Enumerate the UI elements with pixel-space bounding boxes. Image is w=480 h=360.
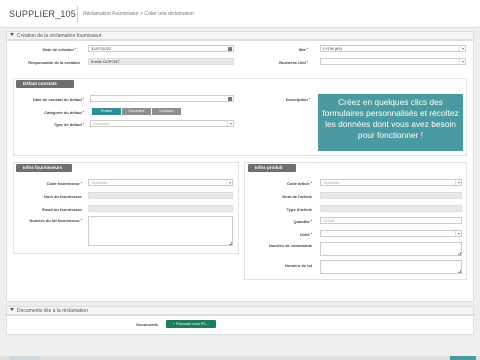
chevron-down-icon: [226, 180, 232, 185]
title-divider: [77, 6, 78, 22]
produit-code-label: Code article: [250, 181, 312, 186]
bottom-bar: [0, 356, 480, 360]
defaut-cat-label: Catégorie du défaut: [12, 110, 84, 115]
resp-field: Emilie DUPONT: [88, 58, 234, 65]
breadcrumb-separator: >: [139, 11, 143, 17]
defaut-date-text[interactable]: [93, 96, 233, 101]
site-value: LYON (69): [323, 46, 342, 51]
promo-banner: Créez en quelques clics des formulaires …: [318, 94, 463, 151]
page-title: SUPPLIER_105: [9, 9, 76, 19]
section-documents-title: Documents liés à la réclamation: [17, 308, 88, 314]
fournisseur-code-select[interactable]: Sélection: [88, 179, 233, 186]
fournisseur-nom-field: [88, 192, 233, 199]
category-option-livraison[interactable]: Livraison: [152, 108, 181, 115]
breadcrumb: Réclamation Fournisseur > Créer une récl…: [83, 11, 194, 17]
fournisseur-email-label: Email du fournisseur: [42, 207, 82, 212]
creation-date-label: Date de création: [20, 47, 76, 52]
resp-label: Responsable de la création: [28, 60, 80, 65]
calendar-icon[interactable]: [228, 47, 232, 51]
caret-down-icon: [10, 308, 14, 311]
chevron-down-icon: [455, 231, 461, 236]
fournisseur-email-field: [88, 205, 233, 212]
produit-header: Infos produit: [248, 164, 296, 172]
creation-date-value: 31/07/2022: [91, 46, 112, 51]
produit-nom-label: Nom de l'article: [282, 194, 312, 199]
bottom-bar-left: [10, 356, 40, 360]
fournisseur-nom-label: Nom du fournisseur: [43, 194, 82, 199]
resize-grip-icon[interactable]: [458, 270, 461, 273]
defaut-type-placeholder: Sélection: [93, 121, 110, 126]
breadcrumb-root[interactable]: Réclamation Fournisseur: [83, 11, 139, 17]
creation-date-input[interactable]: 31/07/2022: [88, 45, 234, 52]
produit-type-label: Type d'article: [286, 207, 312, 212]
defaut-type-select[interactable]: Sélection: [90, 120, 234, 127]
browse-pc-button[interactable]: + Parcourir mon PC...: [166, 320, 216, 328]
chevron-down-icon: [455, 180, 461, 185]
resp-value: Emilie DUPONT: [91, 59, 120, 64]
produit-qte-input[interactable]: 12345: [320, 217, 462, 224]
resize-grip-icon[interactable]: [229, 242, 232, 245]
produit-qte-placeholder: 12345: [323, 218, 335, 223]
fournisseur-code-placeholder: Sélection: [91, 180, 108, 185]
produit-cmd-label: Numéro de commande: [268, 243, 312, 248]
produit-qte-label: Quantité: [250, 219, 312, 224]
site-label: Site: [250, 47, 308, 52]
defaut-type-label: Type de défaut: [12, 122, 84, 127]
site-select[interactable]: LYON (69): [320, 45, 466, 52]
resize-grip-icon[interactable]: [458, 252, 461, 255]
produit-type-field: [320, 205, 462, 212]
section-documents-header[interactable]: Documents liés à la réclamation: [6, 306, 474, 315]
breadcrumb-current: Créer une réclamation: [144, 11, 194, 17]
produit-code-select[interactable]: Sélection: [320, 179, 462, 186]
produit-code-placeholder: Sélection: [323, 180, 340, 185]
produit-lot-label: Numéro de lot: [285, 263, 312, 268]
section-creation-header[interactable]: Création de la réclamation fournisseur: [6, 31, 474, 40]
bu-label: Business Unit: [250, 60, 308, 65]
defaut-header: Défaut constaté: [16, 80, 74, 88]
chevron-down-icon: [459, 46, 465, 51]
produit-unite-label: Unité: [250, 232, 312, 237]
documents-label: Documents: [136, 322, 158, 327]
category-option-document[interactable]: Document: [122, 108, 151, 115]
category-option-produit[interactable]: Produit: [92, 108, 121, 115]
chevron-down-icon: [227, 121, 233, 126]
fournisseur-lot-label: Numéro du lot fournisseur: [14, 218, 82, 223]
chevron-down-icon: [459, 59, 465, 64]
description-label: Description: [270, 97, 310, 102]
fournisseur-lot-textarea[interactable]: [88, 216, 233, 246]
produit-lot-textarea[interactable]: [320, 260, 462, 274]
documents-panel: [6, 315, 474, 335]
fournisseur-header: Infos fournisseurs: [16, 164, 72, 172]
fournisseur-code-label: Code fournisseur: [14, 181, 82, 186]
produit-cmd-textarea[interactable]: [320, 242, 462, 256]
top-bar: SUPPLIER_105 Réclamation Fournisseur > C…: [0, 0, 480, 28]
caret-down-icon: [10, 33, 14, 36]
calendar-icon[interactable]: [228, 97, 232, 101]
defaut-date-label: Date de constat du défaut: [12, 97, 84, 102]
produit-unite-select[interactable]: [320, 230, 462, 237]
defaut-date-input[interactable]: [90, 95, 234, 102]
bottom-bar-right: [450, 356, 476, 360]
produit-nom-field: [320, 192, 462, 199]
bu-select[interactable]: [320, 58, 466, 65]
section-creation-title: Création de la réclamation fournisseur: [17, 33, 102, 39]
